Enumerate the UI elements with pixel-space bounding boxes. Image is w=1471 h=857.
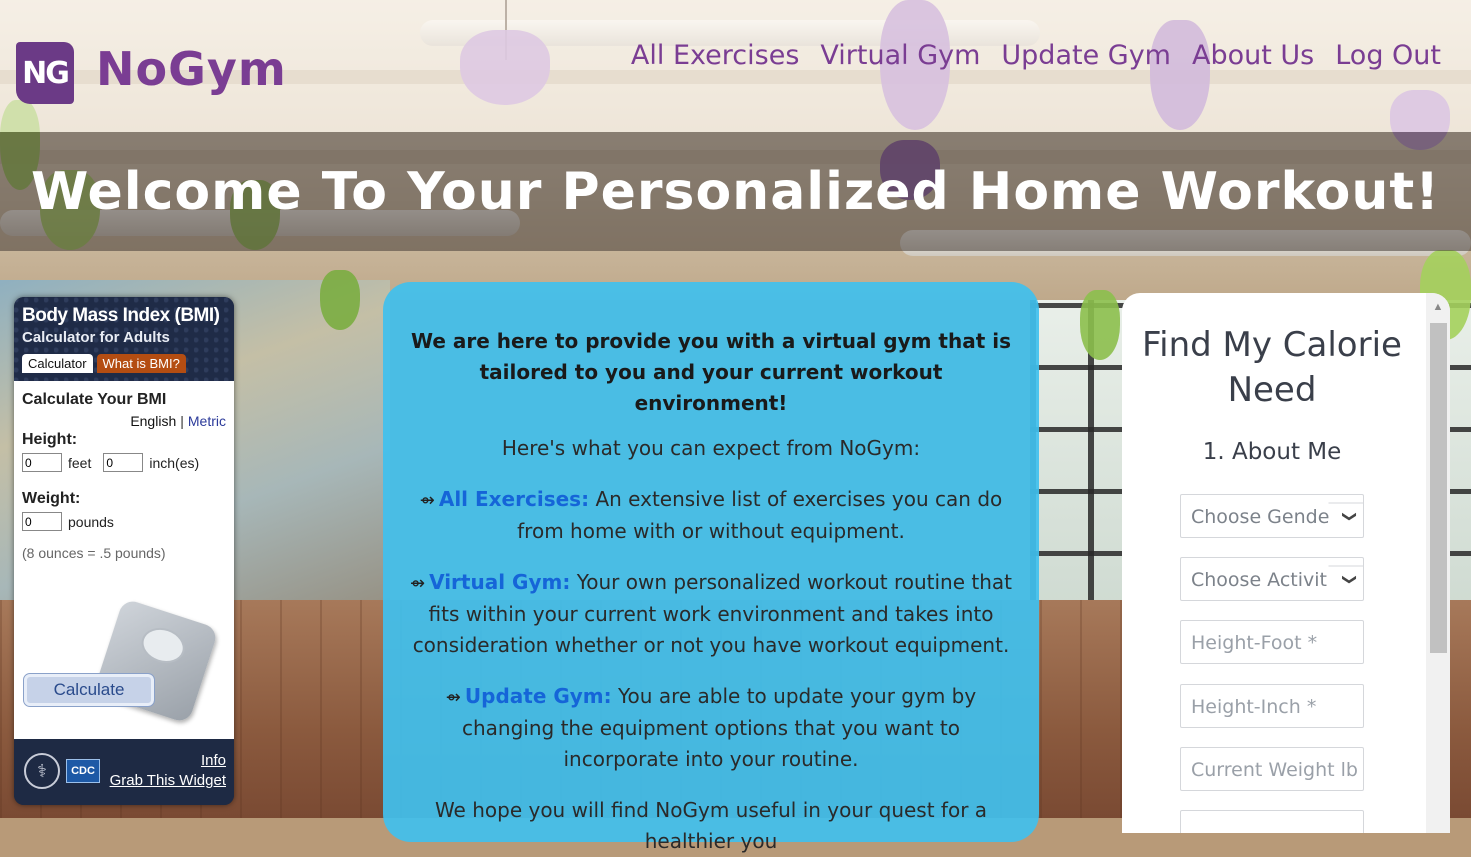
bmi-title: Body Mass Index (BMI) bbox=[22, 305, 220, 326]
nav-update-gym[interactable]: Update Gym bbox=[1001, 40, 1171, 71]
height-foot-input[interactable]: Height-Foot * bbox=[1180, 620, 1364, 664]
weight-row: pounds bbox=[22, 512, 226, 531]
unit-english[interactable]: English bbox=[130, 413, 176, 429]
height-inch-input[interactable]: Height-Inch * bbox=[1180, 684, 1364, 728]
current-weight-input[interactable]: Current Weight lb * bbox=[1180, 747, 1364, 791]
intro-lead: We are here to provide you with a virtua… bbox=[410, 329, 1011, 415]
bmi-tabs: Calculator What is BMI? bbox=[22, 354, 226, 373]
activity-select[interactable]: Choose Activit ❯ bbox=[1180, 557, 1364, 601]
chevron-down-icon: ❯ bbox=[1328, 502, 1363, 530]
green-silk bbox=[320, 270, 360, 330]
hhs-eagle-icon: ⚕ bbox=[24, 753, 60, 789]
height-inch-input[interactable] bbox=[103, 453, 144, 472]
feature-virtual-gym: ⇴ Virtual Gym: Your own personalized work… bbox=[409, 567, 1013, 661]
feature-name: Virtual Gym: bbox=[429, 570, 571, 594]
calculate-button[interactable]: Calculate bbox=[23, 673, 155, 707]
feature-text: An extensive list of exercises you can d… bbox=[517, 487, 1003, 543]
feature-name: Update Gym: bbox=[464, 684, 612, 708]
weight-label: Weight: bbox=[22, 490, 81, 507]
bmi-subtitle: Calculator for Adults bbox=[22, 329, 170, 346]
info-link[interactable]: Info bbox=[110, 751, 226, 771]
height-feet-input[interactable] bbox=[22, 453, 62, 472]
weight-note: (8 ounces = .5 pounds) bbox=[22, 545, 166, 561]
scrollbar[interactable]: ▲ bbox=[1426, 293, 1450, 833]
unit-switch: English | Metric bbox=[22, 413, 226, 429]
feature-name: All Exercises: bbox=[438, 487, 590, 511]
feature-update-gym: ⇴ Update Gym: You are able to update your… bbox=[409, 681, 1013, 775]
intro-expect: Here's what you can expect from NoGym: bbox=[501, 436, 921, 460]
arrow-icon: ⇴ bbox=[419, 490, 435, 511]
calorie-panel: Find My Calorie Need 1. About Me Choose … bbox=[1122, 293, 1450, 833]
hero-banner: Welcome To Your Personalized Home Workou… bbox=[0, 132, 1471, 251]
bmi-header: Body Mass Index (BMI) Calculator for Adu… bbox=[14, 297, 234, 381]
footer-links: Info Grab This Widget bbox=[110, 751, 226, 791]
arrow-icon: ⇴ bbox=[409, 573, 426, 594]
next-input[interactable] bbox=[1180, 810, 1364, 833]
activity-select-text: Choose Activit bbox=[1191, 569, 1327, 591]
tab-calculator[interactable]: Calculator bbox=[22, 354, 93, 373]
scroll-thumb[interactable] bbox=[1430, 323, 1447, 653]
height-label: Height: bbox=[22, 431, 78, 448]
intro-card: We are here to provide you with a virtua… bbox=[383, 282, 1039, 853]
intro-closing: We hope you will find NoGym useful in yo… bbox=[434, 798, 988, 853]
top-navbar: NG NoGym All Exercises Virtual Gym Updat… bbox=[0, 0, 1471, 132]
bmi-heading: Calculate Your BMI bbox=[22, 391, 167, 408]
height-row: feet inch(es) bbox=[22, 453, 226, 472]
bmi-widget: Body Mass Index (BMI) Calculator for Adu… bbox=[14, 297, 234, 805]
feet-unit: feet bbox=[68, 454, 92, 471]
gender-select-text: Choose Gende bbox=[1191, 506, 1330, 528]
feature-all-exercises: ⇴ All Exercises: An extensive list of exe… bbox=[409, 484, 1013, 547]
weight-input[interactable] bbox=[22, 512, 62, 531]
hero-title: Welcome To Your Personalized Home Workou… bbox=[31, 161, 1440, 222]
unit-metric[interactable]: Metric bbox=[188, 413, 226, 429]
gender-select[interactable]: Choose Gende ❯ bbox=[1180, 494, 1364, 538]
nav-virtual-gym[interactable]: Virtual Gym bbox=[820, 40, 980, 71]
nav-about-us[interactable]: About Us bbox=[1192, 40, 1314, 71]
calorie-step: 1. About Me bbox=[1202, 439, 1342, 465]
chevron-down-icon: ❯ bbox=[1328, 565, 1363, 593]
arrow-icon: ⇴ bbox=[445, 687, 461, 708]
tab-what-is-bmi[interactable]: What is BMI? bbox=[96, 354, 186, 373]
unit-separator: | bbox=[180, 413, 184, 429]
green-silk bbox=[1080, 290, 1120, 360]
main-nav: All Exercises Virtual Gym Update Gym Abo… bbox=[631, 40, 1441, 71]
grab-widget-link[interactable]: Grab This Widget bbox=[110, 771, 226, 791]
logo-text: NoGym bbox=[96, 42, 287, 96]
weight-unit: pounds bbox=[68, 513, 114, 530]
cdc-logo: CDC bbox=[66, 759, 100, 783]
nav-log-out[interactable]: Log Out bbox=[1335, 40, 1441, 71]
nav-all-exercises[interactable]: All Exercises bbox=[631, 40, 799, 71]
scroll-up-icon[interactable]: ▲ bbox=[1426, 293, 1450, 321]
logo[interactable]: NG NoGym bbox=[16, 38, 287, 104]
calorie-title: Find My Calorie Need bbox=[1142, 325, 1402, 410]
logo-badge: NG bbox=[16, 42, 74, 104]
bmi-footer: ⚕ CDC Info Grab This Widget bbox=[14, 739, 234, 805]
inch-unit: inch(es) bbox=[149, 454, 200, 471]
